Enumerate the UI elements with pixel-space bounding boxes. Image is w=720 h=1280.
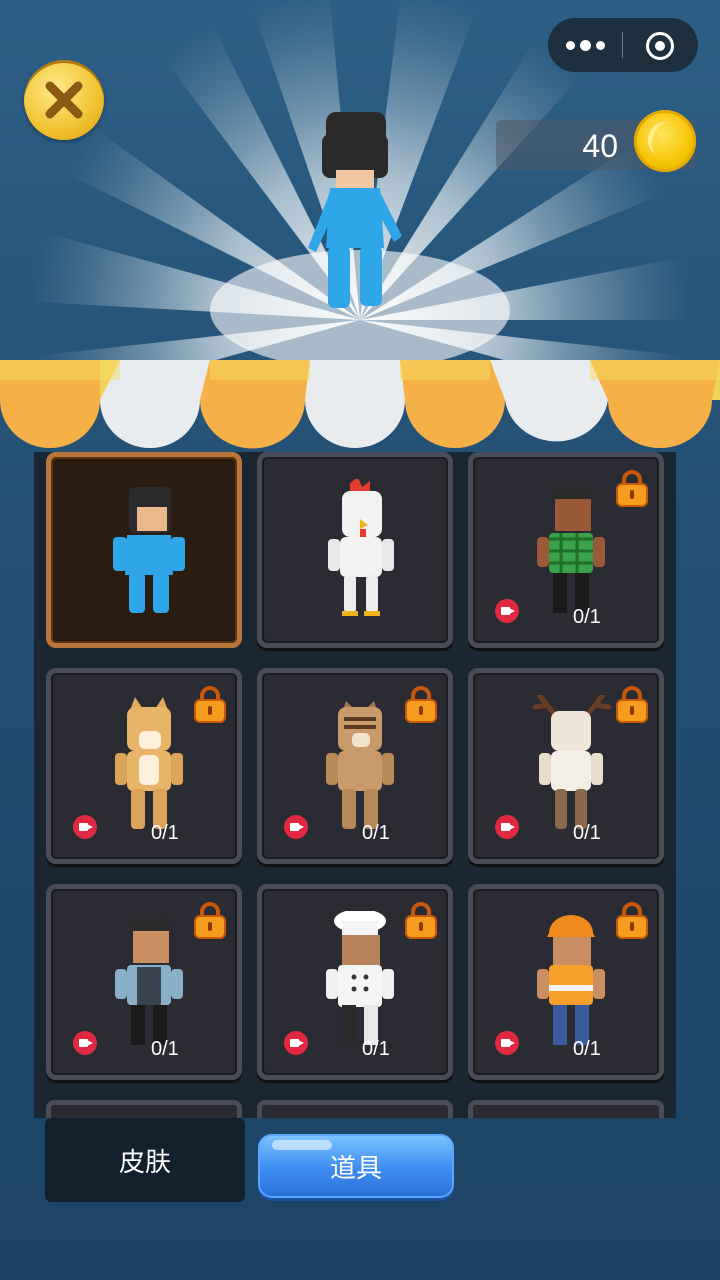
skin-card-builder[interactable]: 0/1: [468, 884, 664, 1080]
unlock-progress: 0/1: [151, 1038, 179, 1060]
coin-count: 40: [582, 128, 618, 164]
skin-card-chipmunk[interactable]: 0/1: [257, 668, 453, 864]
miniprogram-capsule: [548, 18, 698, 72]
close-x-icon: [45, 81, 83, 119]
skin-grid: 0/1 0/1 0/1 0/1 0/1 0/1 0/1: [46, 452, 668, 1082]
shop-panel: 0/1 0/1 0/1 0/1 0/1 0/1 0/1: [34, 452, 676, 1118]
video-ad-icon: [495, 599, 519, 623]
deer-character: [532, 695, 612, 829]
cat-character: [115, 697, 183, 829]
video-ad-icon: [495, 815, 519, 839]
unlock-progress: 0/1: [573, 606, 601, 628]
gold-coin-icon: [634, 110, 696, 172]
tab-skin[interactable]: 皮肤: [45, 1118, 245, 1202]
skin-card-chef[interactable]: 0/1: [257, 884, 453, 1080]
miniprogram-close-icon[interactable]: [646, 32, 674, 60]
video-ad-icon: [284, 815, 308, 839]
unlock-progress: 0/1: [151, 822, 179, 844]
preview-character: [308, 112, 402, 308]
video-ad-icon: [73, 1031, 97, 1055]
green-shirt-character: [537, 487, 605, 613]
waiter-character: [115, 919, 183, 1045]
chipmunk-character: [326, 701, 394, 829]
unlock-progress: 0/1: [362, 1038, 390, 1060]
shop-awning: [0, 360, 720, 449]
skin-card-blue-suit[interactable]: [46, 452, 242, 648]
tab-item[interactable]: 道具: [258, 1134, 454, 1198]
capsule-divider: [622, 32, 623, 58]
unlock-progress: 0/1: [362, 822, 390, 844]
unlock-progress: 0/1: [573, 822, 601, 844]
video-ad-icon: [73, 815, 97, 839]
chicken-character: [328, 479, 394, 616]
unlock-progress: 0/1: [573, 1038, 601, 1060]
more-dots-icon[interactable]: [566, 38, 614, 52]
skin-card-chicken[interactable]: [257, 452, 453, 648]
next-row-cards: [46, 1100, 668, 1118]
skin-card-deer[interactable]: 0/1: [468, 668, 664, 864]
close-button[interactable]: [24, 60, 104, 140]
builder-character: [537, 915, 605, 1045]
blue-suit-character: [113, 487, 185, 613]
skin-card-green-shirt[interactable]: 0/1: [468, 452, 664, 648]
video-ad-icon: [495, 1031, 519, 1055]
skin-card-waiter[interactable]: 0/1: [46, 884, 242, 1080]
chef-character: [326, 911, 394, 1045]
video-ad-icon: [284, 1031, 308, 1055]
skin-card-cat[interactable]: 0/1: [46, 668, 242, 864]
